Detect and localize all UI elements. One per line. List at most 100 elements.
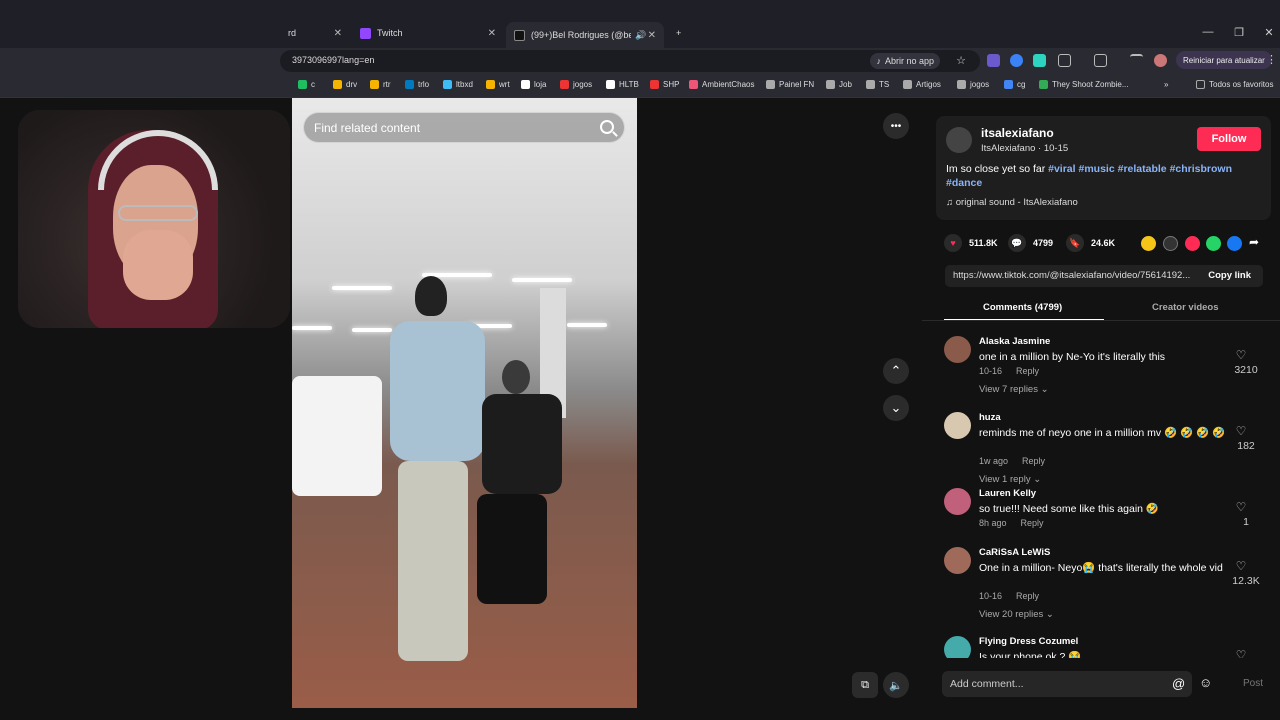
bookmark-item[interactable]: rtr — [370, 80, 391, 89]
reply-button[interactable]: Reply — [1016, 366, 1039, 376]
comment-author[interactable]: huza — [979, 412, 1001, 423]
heart-icon[interactable]: ♡ — [1226, 424, 1256, 438]
bookmark-item[interactable]: jogos — [957, 80, 989, 89]
bookmark-item[interactable]: HLTB — [606, 80, 639, 89]
like-button[interactable]: ♥ 511.8K — [944, 234, 998, 252]
save-button[interactable]: 🔖 24.6K — [1066, 234, 1115, 252]
bookmark-item[interactable]: wrt — [486, 80, 510, 89]
bookmark-item[interactable]: They Shoot Zombie... — [1039, 80, 1128, 89]
restore-icon[interactable]: ❐ — [1229, 26, 1249, 39]
share-arrow-icon[interactable]: ➦ — [1249, 235, 1259, 249]
tab-comments[interactable]: Comments (4799) — [983, 302, 1062, 313]
menu-lines-icon[interactable] — [1130, 54, 1143, 67]
previous-video-button[interactable]: ⌃ — [883, 358, 909, 384]
bookmark-item[interactable]: trlo — [405, 80, 429, 89]
volume-button[interactable]: 🔈 — [883, 672, 909, 698]
post-button[interactable]: Post — [1243, 678, 1263, 689]
share-url[interactable]: https://www.tiktok.com/@itsalexiafano/vi… — [953, 270, 1199, 281]
embed-icon[interactable] — [1163, 236, 1178, 251]
next-video-button[interactable]: ⌄ — [883, 395, 909, 421]
close-icon[interactable]: ✕ — [334, 28, 342, 39]
hashtag-link[interactable]: #relatable — [1118, 163, 1167, 175]
miniplayer-button[interactable]: ⧉ — [852, 672, 878, 698]
bookmark-item[interactable]: jogos — [560, 80, 592, 89]
heart-icon[interactable]: ♡ — [1226, 559, 1256, 573]
speaker-icon[interactable]: 🔊 — [635, 30, 646, 41]
hashtag-link[interactable]: #music — [1079, 163, 1115, 175]
comment-author[interactable]: Alaska Jasmine — [979, 336, 1050, 347]
mention-icon[interactable]: @ — [1172, 676, 1185, 691]
restart-to-update-button[interactable]: Reiniciar para atualizar — [1176, 51, 1272, 69]
hashtag-link[interactable]: #dance — [946, 177, 982, 189]
whatsapp-icon[interactable] — [1206, 236, 1221, 251]
avatar[interactable] — [946, 127, 972, 153]
heart-icon[interactable]: ♡ — [1226, 648, 1256, 658]
kebab-menu-icon[interactable]: ⋮ — [1266, 53, 1277, 66]
extension-icon[interactable] — [1010, 54, 1023, 67]
view-replies-button[interactable]: View 1 reply ⌄ — [979, 474, 1041, 485]
video-player[interactable] — [292, 98, 637, 708]
minimize-icon[interactable]: — — [1198, 26, 1218, 38]
hashtag-link[interactable]: #chrisbrown — [1170, 163, 1232, 175]
comment-author[interactable]: CaRiSsA LeWiS — [979, 547, 1050, 558]
friends-share-icon[interactable] — [1141, 236, 1156, 251]
comment-author[interactable]: Flying Dress Cozumel — [979, 636, 1078, 647]
heart-icon[interactable]: ♡ — [1226, 348, 1256, 362]
bookmark-icon — [443, 80, 452, 89]
puzzle-icon[interactable] — [1058, 54, 1071, 67]
close-icon[interactable]: ✕ — [648, 30, 656, 41]
send-icon[interactable] — [1185, 236, 1200, 251]
open-in-app-button[interactable]: ♪ Abrir no app — [870, 53, 940, 69]
view-replies-button[interactable]: View 7 replies ⌄ — [979, 384, 1049, 395]
bookmarks-overflow-icon[interactable]: » — [1164, 80, 1168, 89]
search-icon[interactable] — [600, 120, 614, 134]
bookmark-item[interactable]: Job — [826, 80, 852, 89]
emoji-icon[interactable]: ☺ — [1199, 675, 1212, 690]
bookmark-item[interactable]: ltbxd — [443, 80, 473, 89]
comment-input[interactable]: Add comment... — [942, 671, 1192, 697]
avatar[interactable] — [944, 336, 971, 363]
sound-link[interactable]: ♫ original sound - ItsAlexiafano — [946, 197, 1078, 208]
more-options-button[interactable]: ••• — [883, 113, 909, 139]
reply-button[interactable]: Reply — [1022, 456, 1045, 466]
creator-handle[interactable]: itsalexiafano — [981, 126, 1054, 140]
close-window-icon[interactable]: ✕ — [1259, 26, 1279, 39]
copy-link-button[interactable]: Copy link — [1208, 270, 1251, 281]
bookmark-item[interactable]: Painel FN — [766, 80, 814, 89]
bookmark-item[interactable]: loja — [521, 80, 546, 89]
bookmark-item[interactable]: SHP — [650, 80, 679, 89]
bookmark-item[interactable]: c — [298, 80, 315, 89]
bookmark-item[interactable]: AmbientChaos — [689, 80, 754, 89]
view-replies-button[interactable]: View 20 replies ⌄ — [979, 609, 1054, 620]
bookmark-item[interactable]: TS — [866, 80, 889, 89]
avatar[interactable] — [944, 636, 971, 658]
browser-tab-twitch[interactable]: Twitch ✕ — [352, 22, 504, 44]
find-related-search[interactable]: Find related content — [303, 112, 625, 143]
all-favorites-folder[interactable]: Todos os favoritos — [1196, 80, 1273, 89]
url-field[interactable]: 3973096997lang=en ♪ Abrir no app ☆ — [280, 50, 980, 72]
avatar[interactable] — [944, 488, 971, 515]
extension-icon[interactable] — [987, 54, 1000, 67]
heart-icon[interactable]: ♡ — [1226, 500, 1256, 514]
browser-tab-tiktok[interactable]: (99+)Bel Rodrigues (@bela 🔊 ✕ — [506, 22, 664, 48]
hashtag-link[interactable]: #viral — [1048, 163, 1075, 175]
star-icon[interactable]: ☆ — [956, 54, 966, 67]
profile-avatar[interactable] — [1154, 54, 1167, 67]
bookmark-item[interactable]: Artigos — [903, 80, 941, 89]
new-tab-button[interactable]: + — [668, 22, 689, 44]
browser-tab[interactable]: rd ✕ — [280, 22, 350, 44]
extension-icon[interactable] — [1033, 54, 1046, 67]
bookmark-item[interactable]: cg — [1004, 80, 1025, 89]
follow-button[interactable]: Follow — [1197, 127, 1261, 151]
comment-author[interactable]: Lauren Kelly — [979, 488, 1036, 499]
reply-button[interactable]: Reply — [1021, 518, 1044, 528]
avatar[interactable] — [944, 412, 971, 439]
vpn-icon[interactable] — [1094, 54, 1107, 67]
tab-creator-videos[interactable]: Creator videos — [1152, 302, 1219, 313]
close-icon[interactable]: ✕ — [488, 28, 496, 39]
facebook-icon[interactable] — [1227, 236, 1242, 251]
avatar[interactable] — [944, 547, 971, 574]
bookmark-item[interactable]: drv — [333, 80, 357, 89]
comment-button[interactable]: 💬 4799 — [1008, 234, 1053, 252]
reply-button[interactable]: Reply — [1016, 591, 1039, 601]
